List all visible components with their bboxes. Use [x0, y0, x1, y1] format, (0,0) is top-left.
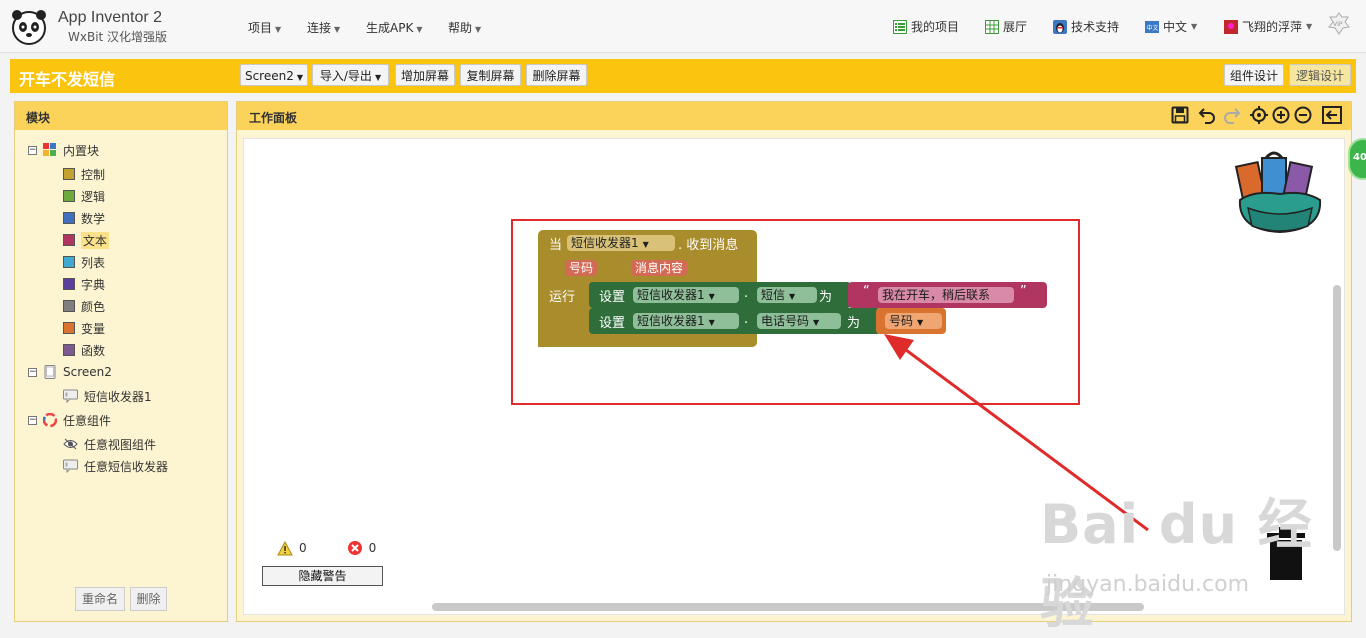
grid-icon	[985, 19, 999, 34]
blocks-panel	[14, 101, 228, 622]
category-dictionaries[interactable]: 字典	[63, 275, 109, 293]
undo-icon[interactable]	[1198, 106, 1216, 124]
blocks-editor-button[interactable]: 逻辑设计	[1289, 64, 1351, 86]
texting-component-icon	[63, 389, 78, 403]
menu-connect[interactable]: 连接 ▼	[307, 19, 340, 36]
menu-project[interactable]: 项目 ▼	[248, 19, 281, 36]
svg-text:中文: 中文	[1147, 24, 1159, 32]
user-menu[interactable]: 飞翔的浮萍 ▼	[1224, 18, 1312, 35]
swatch-dictionaries	[63, 278, 75, 290]
workspace-title: 工作面板	[249, 111, 298, 125]
eye-icon	[63, 438, 78, 450]
language-menu[interactable]: 中文 中文 ▼	[1145, 18, 1197, 35]
screen-select[interactable]: Screen2 ▼	[240, 64, 308, 86]
blocks-panel-header: 模块	[15, 102, 227, 130]
tree-component-texting[interactable]: 短信收发器1	[63, 387, 152, 405]
add-screen-button[interactable]: 增加屏幕	[395, 64, 455, 86]
warning-icon	[277, 540, 293, 555]
watermark-url: jingyan.baidu.com	[1046, 572, 1250, 597]
gallery-link[interactable]: 展厅	[985, 18, 1027, 35]
swatch-logic	[63, 190, 75, 202]
category-logic[interactable]: 逻辑	[63, 187, 109, 205]
redo-icon[interactable]	[1223, 106, 1241, 124]
designer-button[interactable]: 组件设计	[1224, 64, 1284, 86]
copy-screen-button[interactable]: 复制屏幕	[460, 64, 521, 86]
list-icon	[893, 19, 907, 34]
menu-help[interactable]: 帮助 ▼	[448, 19, 481, 36]
collapse-icon[interactable]: −	[28, 367, 37, 377]
vip-icon[interactable]: VIP	[1328, 12, 1350, 36]
zoom-out-icon[interactable]	[1294, 106, 1312, 124]
center-target-icon[interactable]	[1250, 106, 1268, 124]
tree-any-view[interactable]: 任意视图组件	[63, 435, 156, 453]
tree-any-component[interactable]: − 任意组件	[28, 411, 111, 429]
rename-button[interactable]: 重命名	[75, 587, 125, 611]
app-subtitle: WxBit 汉化增强版	[68, 30, 168, 44]
swatch-lists	[63, 256, 75, 268]
delete-screen-button[interactable]: 删除屏幕	[526, 64, 587, 86]
category-lists[interactable]: 列表	[63, 253, 109, 271]
any-component-icon	[43, 413, 57, 427]
horizontal-scrollbar[interactable]	[432, 603, 1144, 611]
swatch-variables	[63, 322, 75, 334]
collapse-icon[interactable]: −	[28, 415, 37, 425]
user-avatar-icon	[1224, 19, 1238, 34]
watermark-brand: Bai du 经验	[1040, 493, 1313, 635]
import-export-button[interactable]: 导入/导出 ▼	[312, 64, 389, 86]
project-toolbar	[10, 59, 1356, 93]
category-colors[interactable]: 颜色	[63, 297, 109, 315]
category-list: 控制 逻辑 数学 文本 列表 字典 颜色 变量 函数	[63, 165, 110, 359]
backpack-icon[interactable]	[1234, 150, 1326, 236]
swatch-procedures	[63, 344, 75, 356]
project-title: 开车不发短信	[19, 70, 116, 89]
swatch-math	[63, 212, 75, 224]
warnings-indicator: 0 0	[277, 540, 376, 556]
screen-icon	[44, 365, 56, 379]
swatch-text	[63, 234, 75, 246]
save-icon[interactable]	[1171, 106, 1189, 124]
category-text[interactable]: 文本	[63, 231, 110, 249]
warnings-count: 0	[299, 541, 307, 555]
app-title: App Inventor 2	[58, 9, 163, 26]
category-variables[interactable]: 变量	[63, 319, 109, 337]
hide-warnings-button[interactable]: 隐藏警告	[262, 566, 383, 586]
blocks-tree: − 内置块	[28, 141, 99, 159]
qq-penguin-icon	[1053, 19, 1067, 34]
zoom-in-icon[interactable]	[1272, 106, 1290, 124]
delete-button[interactable]: 删除	[130, 587, 167, 611]
texting-component-icon	[63, 459, 78, 473]
tree-screen[interactable]: − Screen2	[28, 363, 112, 381]
menu-build-apk[interactable]: 生成APK ▼	[366, 19, 422, 36]
language-flag-icon: 中文	[1145, 20, 1159, 33]
support-link[interactable]: 技术支持	[1053, 18, 1119, 35]
swatch-control	[63, 168, 75, 180]
swatch-colors	[63, 300, 75, 312]
status-badge[interactable]: 40	[1348, 138, 1366, 180]
error-icon	[347, 541, 362, 555]
category-procedures[interactable]: 函数	[63, 341, 109, 359]
tree-any-texting[interactable]: 任意短信收发器	[63, 457, 168, 475]
errors-count: 0	[368, 541, 377, 555]
category-math[interactable]: 数学	[63, 209, 109, 227]
collapse-icon[interactable]: −	[28, 145, 37, 155]
tree-builtin[interactable]: − 内置块	[28, 141, 99, 159]
vip-badge-text: VIP	[1333, 21, 1343, 28]
my-projects-link[interactable]: 我的项目	[893, 18, 959, 35]
category-control[interactable]: 控制	[63, 165, 109, 183]
builtin-blocks-icon	[43, 143, 56, 156]
panda-logo-icon[interactable]	[10, 8, 48, 46]
collapse-panel-icon[interactable]	[1322, 106, 1342, 124]
